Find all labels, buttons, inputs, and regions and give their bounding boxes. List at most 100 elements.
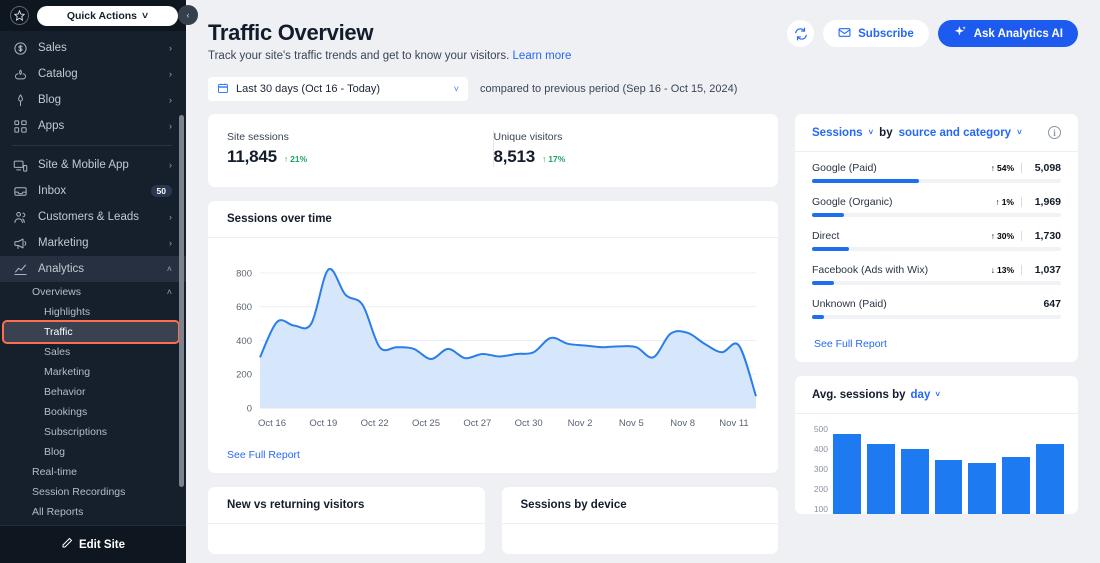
chevron-down-icon: ˅ [142, 10, 148, 22]
sidebar-scrollbar[interactable] [179, 115, 184, 487]
bar-y-tick: 400 [805, 444, 828, 454]
main-content: Traffic Overview Track your site's traff… [186, 0, 1100, 563]
info-icon[interactable]: i [1048, 126, 1061, 139]
svg-text:Oct 27: Oct 27 [463, 418, 491, 429]
chevron-down-icon[interactable]: ˅ [869, 128, 874, 137]
bar[interactable] [833, 434, 861, 514]
svg-text:800: 800 [236, 268, 252, 279]
chevron-up-icon: ˄ [167, 287, 172, 297]
people-icon [12, 209, 28, 225]
page-subtitle-text: Track your site's traffic trends and get… [208, 50, 509, 62]
svg-text:200: 200 [236, 370, 252, 381]
sidebar-item-traffic[interactable]: Traffic [4, 322, 178, 342]
sidebar-item-overviews[interactable]: Overviews˄ [0, 282, 186, 302]
sidebar-item-blog[interactable]: Blog› [0, 87, 186, 113]
arrow-up-icon: ↑ [991, 163, 995, 173]
sidebar-item-marketing[interactable]: Marketing› [0, 230, 186, 256]
divider [1021, 163, 1022, 173]
sidebar-item-label: All Reports [32, 506, 172, 518]
source-delta: ↑54% [991, 163, 1014, 173]
bar[interactable] [901, 449, 929, 514]
sidebar-item-behavior[interactable]: Behavior [0, 382, 186, 402]
svg-text:Oct 16: Oct 16 [258, 418, 286, 429]
source-delta-value: 1% [1002, 197, 1014, 207]
avg-sessions-chart[interactable]: 100200300400500 [795, 414, 1078, 514]
sessions-by-source-card: Sessions ˅ by source and category ˅ i Go… [795, 114, 1078, 362]
sidebar-badge: 50 [151, 185, 172, 198]
sidebar-item-label: Traffic [44, 326, 164, 338]
sessions-by-device-body [502, 524, 779, 554]
sources-see-full-report-link[interactable]: See Full Report [795, 332, 906, 362]
sidebar-item-sales[interactable]: Sales [0, 342, 186, 362]
refresh-icon[interactable] [787, 20, 814, 47]
learn-more-link[interactable]: Learn more [513, 50, 572, 62]
source-row[interactable]: Google (Organic)↑1%1,969 [812, 196, 1061, 217]
sidebar-item-label: Sales [38, 42, 159, 54]
quick-actions-button[interactable]: Quick Actions ˅ [37, 6, 178, 26]
arrow-up-icon: ↑ [542, 154, 546, 164]
catalog-icon [12, 66, 28, 82]
kpi-value: 11,845 [227, 147, 277, 167]
edit-site-label: Edit Site [79, 539, 125, 551]
bar[interactable] [1002, 457, 1030, 514]
sessions-over-time-chart[interactable]: 0200400600800Oct 16Oct 19Oct 22Oct 25Oct… [208, 238, 778, 443]
sidebar-item-subscriptions[interactable]: Subscriptions [0, 422, 186, 442]
source-bar-track [812, 281, 1061, 285]
sidebar-nav: Sales›Catalog›Blog›Apps› Site & Mobile Ap… [0, 35, 186, 522]
sidebar-item-label: Behavior [44, 386, 172, 398]
source-delta-value: 13% [997, 265, 1014, 275]
sidebar-item-label: Marketing [38, 237, 159, 249]
sidebar-item-blog[interactable]: Blog [0, 442, 186, 462]
sidebar-scroll-area: Sales›Catalog›Blog›Apps› Site & Mobile Ap… [0, 31, 186, 525]
source-value: 1,969 [1029, 196, 1061, 208]
sessions-see-full-report-link[interactable]: See Full Report [208, 443, 319, 473]
sidebar-item-marketing[interactable]: Marketing [0, 362, 186, 382]
granularity-selector[interactable]: day [911, 389, 931, 401]
kpi-delta-value: 17% [548, 154, 565, 164]
sidebar-item-bookings[interactable]: Bookings [0, 402, 186, 422]
sidebar-item-catalog[interactable]: Catalog› [0, 61, 186, 87]
sidebar-item-label: Overviews [32, 286, 167, 298]
sidebar-collapse-button[interactable]: ‹ [178, 5, 198, 25]
bar[interactable] [935, 460, 963, 514]
sidebar-item-apps[interactable]: Apps› [0, 113, 186, 139]
source-bar-track [812, 247, 1061, 251]
dimension-selector[interactable]: source and category [899, 127, 1011, 139]
star-icon[interactable] [10, 6, 29, 25]
source-row[interactable]: Direct↑30%1,730 [812, 230, 1061, 251]
chevron-down-icon[interactable]: ˅ [1017, 128, 1022, 137]
source-row[interactable]: Unknown (Paid)647 [812, 298, 1061, 319]
chevron-down-icon[interactable]: ˅ [935, 390, 940, 399]
sessions-by-source-header: Sessions ˅ by source and category ˅ i [795, 114, 1078, 152]
sidebar-item-site-mobile-app[interactable]: Site & Mobile App› [0, 152, 186, 178]
sidebar-item-highlights[interactable]: Highlights [0, 302, 186, 322]
edit-site-button[interactable]: Edit Site [0, 525, 186, 563]
source-row[interactable]: Google (Paid)↑54%5,098 [812, 162, 1061, 183]
metric-selector[interactable]: Sessions [812, 127, 863, 139]
sidebar-item-label: Inbox [38, 185, 141, 197]
ask-analytics-ai-button[interactable]: Ask Analytics AI [938, 20, 1078, 47]
page-subtitle: Track your site's traffic trends and get… [208, 50, 1078, 62]
left-column: Site sessions 11,845 ↑ 21% Unique visito… [208, 114, 778, 554]
bottom-cards-row: New vs returning visitors Sessions by de… [208, 487, 778, 554]
sidebar-item-sales[interactable]: Sales› [0, 35, 186, 61]
dashboard-grid: Site sessions 11,845 ↑ 21% Unique visito… [208, 114, 1078, 554]
svg-text:Oct 30: Oct 30 [515, 418, 543, 429]
source-bar-track [812, 213, 1061, 217]
bar[interactable] [1036, 444, 1064, 514]
sidebar-item-customers-leads[interactable]: Customers & Leads› [0, 204, 186, 230]
sidebar-item-analytics[interactable]: Analytics˄ [0, 256, 186, 282]
subscribe-button[interactable]: Subscribe [823, 20, 929, 47]
sidebar-item-all-reports[interactable]: All Reports [0, 502, 186, 522]
sidebar-item-session-recordings[interactable]: Session Recordings [0, 482, 186, 502]
source-row[interactable]: Facebook (Ads with Wix)↓13%1,037 [812, 264, 1061, 285]
svg-text:Oct 25: Oct 25 [412, 418, 440, 429]
source-bar-fill [812, 281, 834, 285]
bar[interactable] [867, 444, 895, 514]
sidebar-item-real-time[interactable]: Real-time [0, 462, 186, 482]
sessions-over-time-title: Sessions over time [208, 201, 778, 238]
bar[interactable] [968, 463, 996, 514]
svg-text:0: 0 [247, 404, 252, 415]
sidebar-item-inbox[interactable]: Inbox 50 [0, 178, 186, 204]
date-range-picker[interactable]: Last 30 days (Oct 16 - Today) ˅ [208, 77, 468, 101]
